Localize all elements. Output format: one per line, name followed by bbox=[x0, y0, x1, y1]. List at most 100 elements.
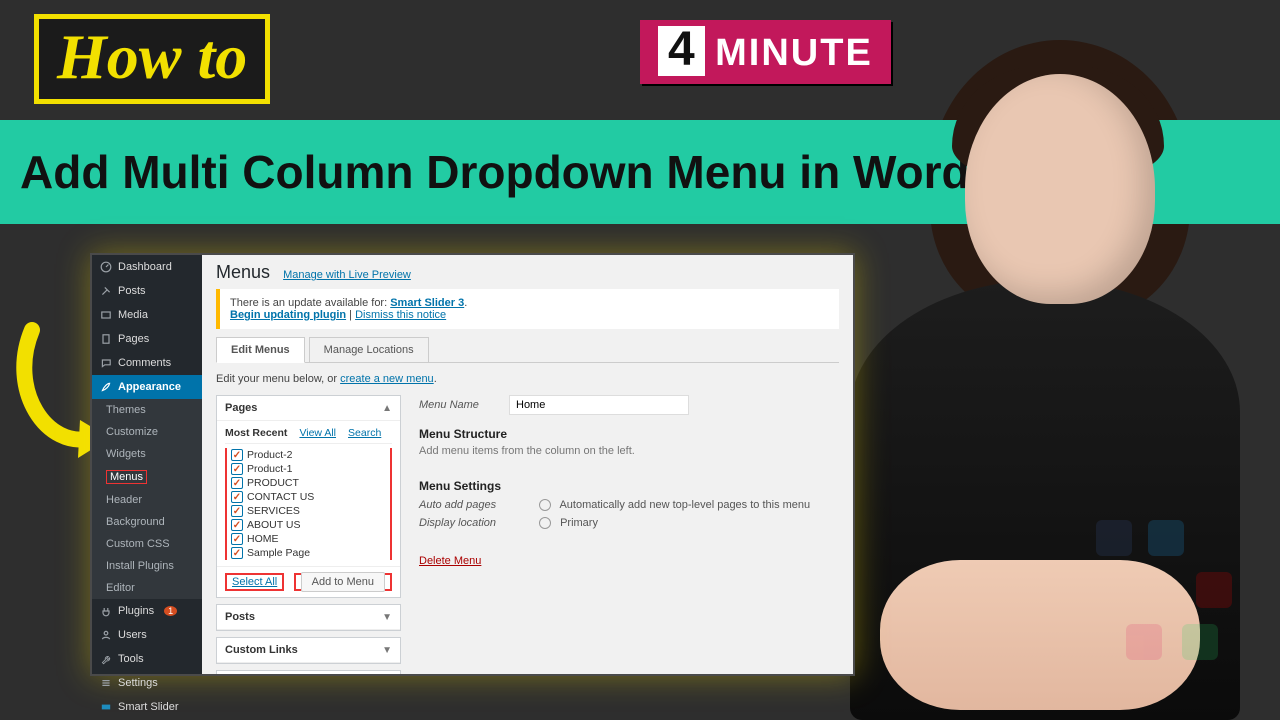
page-item[interactable]: ✓Product-1 bbox=[231, 462, 386, 476]
pages-list[interactable]: ✓Product-2✓Product-1✓PRODUCT✓CONTACT US✓… bbox=[225, 448, 392, 560]
edit-intro: Edit your menu below, or create a new me… bbox=[216, 373, 839, 385]
sidebar-sub-header[interactable]: Header bbox=[92, 489, 202, 511]
sidebar-sub-editor[interactable]: Editor bbox=[92, 577, 202, 599]
select-all-link[interactable]: Select All bbox=[232, 576, 277, 588]
page-item[interactable]: ✓Product-2 bbox=[231, 448, 386, 462]
howto-badge: How to bbox=[34, 14, 270, 104]
wp-sidebar: Dashboard Posts Media Pages Comments App… bbox=[92, 255, 202, 674]
dismiss-notice-link[interactable]: Dismiss this notice bbox=[355, 309, 446, 321]
checkbox-icon[interactable]: ✓ bbox=[231, 505, 243, 517]
sidebar-item-users[interactable]: Users bbox=[92, 623, 202, 647]
menu-structure-hint: Add menu items from the column on the le… bbox=[419, 445, 839, 457]
page-item[interactable]: ✓HOME bbox=[231, 532, 386, 546]
sidebar-sub-install-plugins[interactable]: Install Plugins bbox=[92, 555, 202, 577]
users-icon bbox=[100, 629, 112, 641]
menu-tabs: Edit Menus Manage Locations bbox=[216, 337, 839, 363]
chevron-up-icon: ▲ bbox=[382, 403, 392, 414]
sidebar-sub-background[interactable]: Background bbox=[92, 511, 202, 533]
sidebar-sub-widgets[interactable]: Widgets bbox=[92, 443, 202, 465]
media-icon bbox=[100, 309, 112, 321]
social-watermark bbox=[1086, 520, 1246, 680]
duration-word: MINUTE bbox=[715, 32, 873, 74]
manage-live-preview-link[interactable]: Manage with Live Preview bbox=[283, 269, 411, 281]
sidebar-item-settings[interactable]: Settings bbox=[92, 671, 202, 695]
sidebar-item-posts[interactable]: Posts bbox=[92, 279, 202, 303]
page-item[interactable]: ✓Sample Page bbox=[231, 546, 386, 560]
sidebar-sub-custom-css[interactable]: Custom CSS bbox=[92, 533, 202, 555]
checkbox-icon[interactable]: ✓ bbox=[231, 519, 243, 531]
duration-number: 4 bbox=[658, 26, 705, 76]
tab-edit-menus[interactable]: Edit Menus bbox=[216, 337, 305, 363]
add-to-menu-wrap: Add to Menu bbox=[294, 573, 392, 591]
sidebar-sub-themes[interactable]: Themes bbox=[92, 399, 202, 421]
plug-icon bbox=[100, 605, 112, 617]
pages-box: Pages ▲ Most Recent View All Search ✓Pro… bbox=[216, 395, 401, 598]
checkbox-icon[interactable]: ✓ bbox=[231, 463, 243, 475]
location-primary-checkbox[interactable] bbox=[539, 517, 551, 529]
location-primary-text: Primary bbox=[560, 517, 598, 529]
chevron-right-icon bbox=[194, 379, 210, 395]
title-text: Add Multi Column Dropdown Menu in Wordpr… bbox=[20, 149, 1092, 195]
page-title: Menus bbox=[216, 263, 270, 281]
sidebar-item-tools[interactable]: Tools bbox=[92, 647, 202, 671]
auto-add-label: Auto add pages bbox=[419, 499, 529, 511]
add-to-menu-button[interactable]: Add to Menu bbox=[301, 572, 385, 592]
menu-structure-heading: Menu Structure bbox=[419, 427, 839, 441]
notice-lead: There is an update available for: bbox=[230, 297, 390, 309]
subtab-search[interactable]: Search bbox=[348, 427, 381, 439]
page-icon bbox=[100, 333, 112, 345]
page-item[interactable]: ✓PRODUCT bbox=[231, 476, 386, 490]
dashboard-icon bbox=[100, 261, 112, 273]
brush-icon bbox=[100, 381, 112, 393]
wrench-icon bbox=[100, 653, 112, 665]
subtab-view-all[interactable]: View All bbox=[299, 427, 336, 439]
update-count-badge: 1 bbox=[164, 606, 177, 616]
wp-main: Menus Manage with Live Preview There is … bbox=[202, 255, 853, 674]
sliders-icon bbox=[100, 677, 112, 689]
sidebar-item-smart-slider[interactable]: Smart Slider bbox=[92, 695, 202, 719]
tab-manage-locations[interactable]: Manage Locations bbox=[309, 337, 429, 362]
custom-links-box[interactable]: Custom Links▼ bbox=[216, 637, 401, 664]
checkbox-icon[interactable]: ✓ bbox=[231, 477, 243, 489]
checkbox-icon[interactable]: ✓ bbox=[231, 449, 243, 461]
chevron-down-icon: ▼ bbox=[382, 612, 392, 623]
menu-name-label: Menu Name bbox=[419, 399, 499, 411]
begin-update-link[interactable]: Begin updating plugin bbox=[230, 309, 346, 321]
sidebar-sub-menus[interactable]: Menus bbox=[92, 465, 202, 489]
notice-plugin-link[interactable]: Smart Slider 3 bbox=[390, 297, 464, 309]
menu-structure-column: Menu Name Menu Structure Add menu items … bbox=[419, 395, 839, 674]
auto-add-checkbox[interactable] bbox=[539, 499, 551, 511]
chevron-down-icon: ▼ bbox=[382, 645, 392, 656]
subtab-most-recent[interactable]: Most Recent bbox=[225, 427, 287, 439]
howto-text: How to bbox=[57, 21, 247, 92]
checkbox-icon[interactable]: ✓ bbox=[231, 491, 243, 503]
checkbox-icon[interactable]: ✓ bbox=[231, 547, 243, 559]
duration-badge: 4 MINUTE bbox=[640, 20, 891, 84]
sidebar-item-media[interactable]: Media bbox=[92, 303, 202, 327]
page-item[interactable]: ✓SERVICES bbox=[231, 504, 386, 518]
menu-settings-heading: Menu Settings bbox=[419, 479, 839, 493]
checkbox-icon[interactable]: ✓ bbox=[231, 533, 243, 545]
pages-subtabs: Most Recent View All Search bbox=[225, 427, 392, 444]
add-items-column: Pages ▲ Most Recent View All Search ✓Pro… bbox=[216, 395, 401, 674]
categories-box[interactable]: Categories▼ bbox=[216, 670, 401, 674]
comment-icon bbox=[100, 357, 112, 369]
title-bar: Add Multi Column Dropdown Menu in Wordpr… bbox=[0, 120, 1280, 224]
wp-admin-screenshot: Dashboard Posts Media Pages Comments App… bbox=[90, 253, 855, 676]
pages-box-header[interactable]: Pages ▲ bbox=[217, 396, 400, 421]
sidebar-item-pages[interactable]: Pages bbox=[92, 327, 202, 351]
menu-name-input[interactable] bbox=[509, 395, 689, 415]
delete-menu-link[interactable]: Delete Menu bbox=[419, 555, 481, 567]
pin-icon bbox=[100, 285, 112, 297]
posts-box[interactable]: Posts▼ bbox=[216, 604, 401, 631]
create-new-menu-link[interactable]: create a new menu bbox=[340, 373, 434, 385]
sidebar-item-plugins[interactable]: Plugins 1 bbox=[92, 599, 202, 623]
sidebar-item-dashboard[interactable]: Dashboard bbox=[92, 255, 202, 279]
page-item[interactable]: ✓CONTACT US bbox=[231, 490, 386, 504]
sidebar-item-comments[interactable]: Comments bbox=[92, 351, 202, 375]
auto-add-text: Automatically add new top-level pages to… bbox=[559, 499, 810, 511]
page-item[interactable]: ✓ABOUT US bbox=[231, 518, 386, 532]
select-all-wrap: Select All bbox=[225, 573, 284, 591]
sidebar-sub-customize[interactable]: Customize bbox=[92, 421, 202, 443]
sidebar-item-appearance[interactable]: Appearance bbox=[92, 375, 202, 399]
